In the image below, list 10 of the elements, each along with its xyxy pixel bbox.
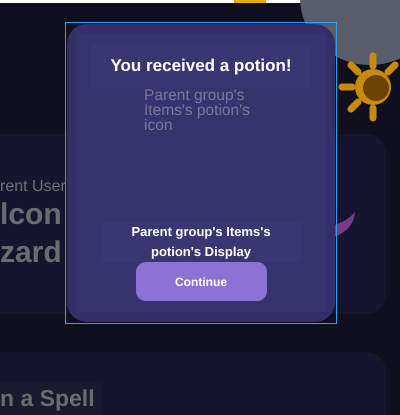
card-title: n a Spell [0, 383, 103, 415]
card-subtitle: rent User [0, 178, 66, 196]
continue-button[interactable]: Continue [136, 262, 266, 301]
modal-title: You received a potion! [91, 44, 311, 88]
sun-icon [338, 52, 400, 122]
card-title: zard [0, 235, 62, 271]
potion-display-label: Parent group's Items's potion's Display [101, 222, 301, 262]
accent-bar [234, 0, 266, 3]
potion-icon-label: Parent group's Items's potion's icon [144, 88, 251, 133]
card-title: lcon [0, 197, 62, 233]
